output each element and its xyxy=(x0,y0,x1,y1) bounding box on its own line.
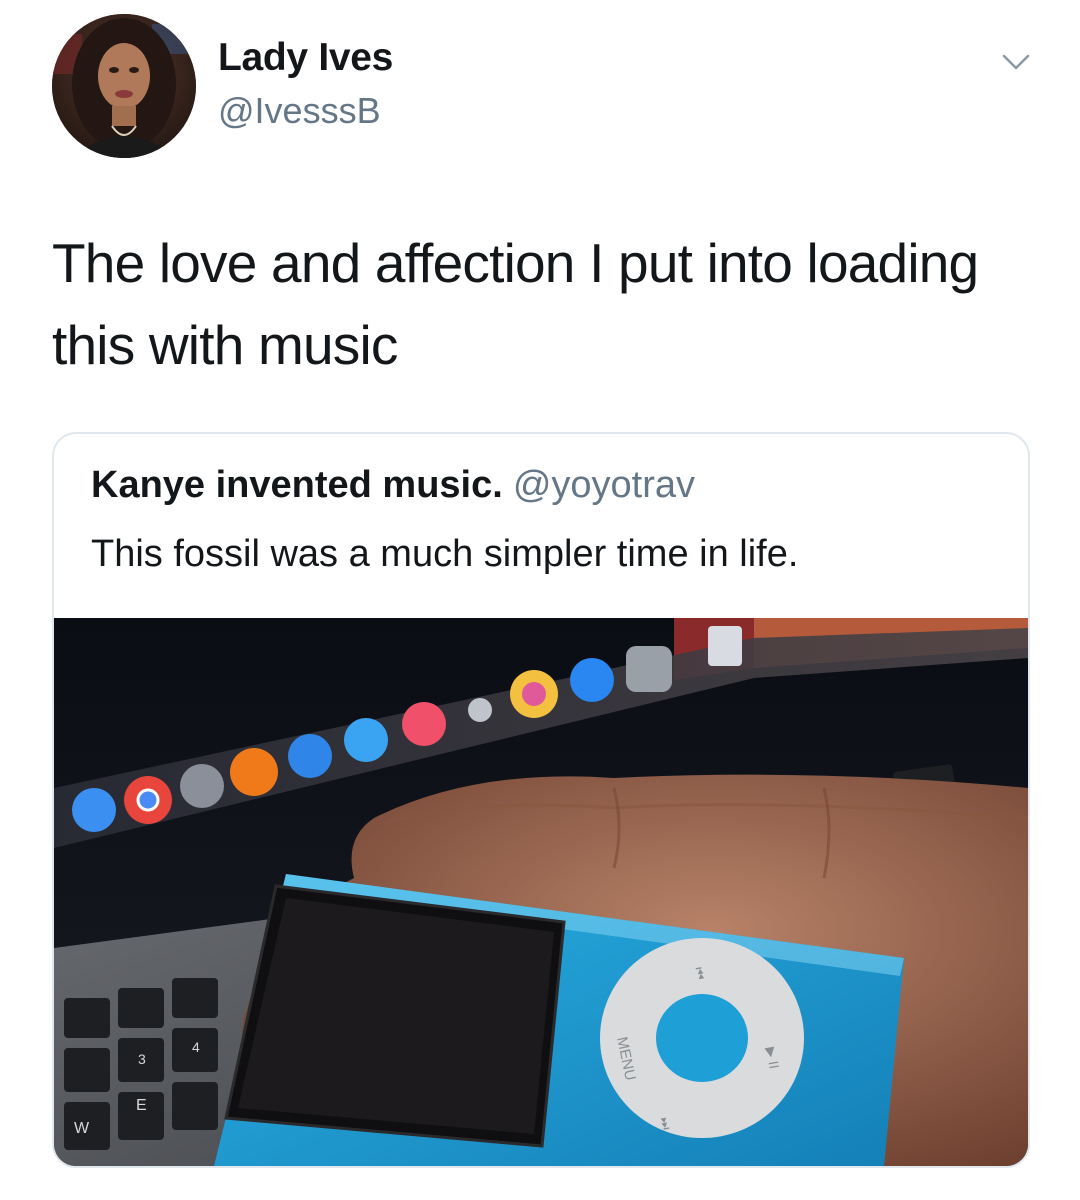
quoted-tweet-display-name: Kanye invented music. xyxy=(91,464,503,506)
avatar[interactable] xyxy=(52,14,196,158)
tweet: Lady Ives @IvesssB The love and affectio… xyxy=(0,0,1080,1200)
quoted-tweet-text: This fossil was a much simpler time in l… xyxy=(91,533,799,575)
quoted-tweet-photo[interactable]: W E 3 4 MENU ⏮ ▶ II ⏭ xyxy=(54,618,1028,1166)
ipod-photo: W E 3 4 MENU ⏮ ▶ II ⏭ xyxy=(54,618,1028,1166)
chevron-down-icon[interactable] xyxy=(1000,50,1032,76)
key-label-w: W xyxy=(74,1120,90,1137)
author-display-name[interactable]: Lady Ives xyxy=(218,36,393,80)
key-label-4: 4 xyxy=(192,1039,200,1055)
avatar-photo xyxy=(52,14,196,158)
quoted-tweet-handle: @yoyotrav xyxy=(512,464,696,506)
quoted-tweet-card[interactable]: Kanye invented music. @yoyotrav This foss… xyxy=(52,432,1030,1168)
quoted-tweet-header: Kanye invented music. @yoyotrav xyxy=(91,464,695,507)
tweet-text: The love and affection I put into loadin… xyxy=(52,232,979,376)
author-handle[interactable]: @IvesssB xyxy=(218,90,381,132)
key-label-3: 3 xyxy=(138,1051,146,1067)
key-label-e: E xyxy=(136,1097,147,1114)
